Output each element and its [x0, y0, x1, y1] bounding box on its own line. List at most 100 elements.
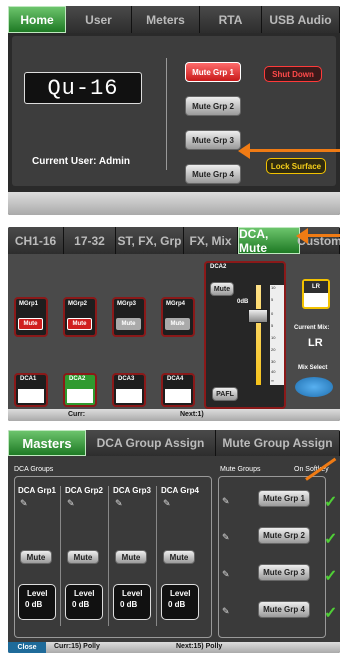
- lr-mix-button[interactable]: LR: [302, 279, 330, 309]
- fader-level: 0dB: [237, 299, 249, 305]
- dca-grp2-name: DCA Grp2: [65, 486, 103, 495]
- mgrp3-label: MGrp3: [117, 301, 137, 307]
- mgrp2-mute-button[interactable]: Mute: [67, 318, 92, 330]
- status-curr: Curr:: [68, 411, 86, 418]
- status-bar: [8, 409, 340, 421]
- check-icon[interactable]: ✓: [324, 566, 337, 586]
- mgrp3-mute-button[interactable]: Mute: [116, 318, 141, 330]
- mute-grp-3-button[interactable]: Mute Grp 3: [258, 564, 310, 581]
- dca-grp1-level-label: Level: [27, 589, 48, 598]
- pencil-icon[interactable]: ✎: [222, 496, 230, 507]
- dca-grp3-level-label: Level: [122, 589, 143, 598]
- pencil-icon[interactable]: ✎: [222, 532, 230, 543]
- tab-meters[interactable]: Meters: [132, 6, 200, 33]
- close-button[interactable]: Close: [8, 642, 46, 653]
- dca3-label: DCA3: [118, 376, 135, 382]
- arrow-head-icon: [238, 143, 250, 159]
- fader-channel-name: DCA2: [210, 264, 227, 270]
- scale-tick: 5: [271, 323, 274, 328]
- mix-select-label: Mix Select: [298, 365, 328, 371]
- mute-grp-1-button[interactable]: Mute Grp 1: [185, 62, 241, 82]
- mute-grp-2-button[interactable]: Mute Grp 2: [185, 96, 241, 116]
- dca-grp4-level-value: 0 dB: [168, 600, 186, 609]
- dca-grp4-mute-button[interactable]: Mute: [163, 550, 195, 564]
- pencil-icon[interactable]: ✎: [115, 498, 123, 509]
- tab-st-fx-grp[interactable]: ST, FX, Grp: [116, 227, 184, 254]
- home-screen: Home User Meters RTA USB Audio Qu-16 Cur…: [8, 6, 340, 215]
- mgrp4-label: MGrp4: [166, 301, 186, 307]
- shut-down-button[interactable]: Shut Down: [264, 66, 322, 82]
- mgrp4-mute-button[interactable]: Mute: [165, 318, 190, 330]
- status-next: Next:15) Polly: [176, 643, 223, 650]
- status-curr: Curr:15) Polly: [54, 643, 100, 650]
- tab-usb-audio[interactable]: USB Audio: [262, 6, 340, 33]
- tab-ch1-16[interactable]: CH1-16: [8, 227, 64, 254]
- check-icon[interactable]: ✓: [324, 603, 337, 623]
- dca-grp4-name: DCA Grp4: [161, 486, 199, 495]
- pencil-icon[interactable]: ✎: [222, 569, 230, 580]
- dca-grp1-name: DCA Grp1: [18, 486, 56, 495]
- tab-dca-group-assign[interactable]: DCA Group Assign: [86, 430, 216, 456]
- lr-mix-label: LR: [304, 281, 328, 293]
- dca-grp1-level-value: 0 dB: [25, 600, 43, 609]
- current-mix-value: LR: [308, 337, 323, 349]
- dca4-scribble: [165, 389, 191, 403]
- tab-home[interactable]: Home: [8, 6, 66, 33]
- mute-grp-3-button[interactable]: Mute Grp 3: [185, 130, 241, 150]
- dca-mute-screen: CH1-16 17-32 ST, FX, Grp FX, Mix DCA, Mu…: [8, 227, 340, 421]
- current-mix-label: Current Mix:: [294, 325, 330, 331]
- dca-grp3-level-value: 0 dB: [120, 600, 138, 609]
- mute-grp-4-button[interactable]: Mute Grp 4: [258, 601, 310, 618]
- tab-dca-mute[interactable]: DCA, Mute: [238, 227, 300, 255]
- dca-grp2-level-label: Level: [74, 589, 95, 598]
- dca-grp3-name: DCA Grp3: [113, 486, 151, 495]
- pafl-button[interactable]: PAFL: [212, 387, 238, 401]
- dca2-scribble: [67, 389, 93, 403]
- scale-tick: 30: [271, 359, 276, 364]
- dca-grp1-mute-button[interactable]: Mute: [20, 550, 52, 564]
- dca-grp2-mute-button[interactable]: Mute: [67, 550, 99, 564]
- lock-surface-button[interactable]: Lock Surface: [266, 158, 326, 174]
- scale-tick: 10: [271, 335, 276, 340]
- check-icon[interactable]: ✓: [324, 492, 337, 512]
- mute-groups-label: Mute Groups: [220, 466, 261, 473]
- tab-fx-mix[interactable]: FX, Mix: [184, 227, 238, 254]
- divider: [108, 486, 109, 626]
- mgrp1-label: MGrp1: [19, 301, 39, 307]
- dca2-label: DCA2: [69, 376, 86, 382]
- tab-rta[interactable]: RTA: [200, 6, 262, 33]
- tab-mute-group-assign[interactable]: Mute Group Assign: [216, 430, 340, 456]
- fader-knob[interactable]: [248, 309, 268, 323]
- arrow-dca-mute-tab: [306, 234, 340, 237]
- pencil-icon[interactable]: ✎: [67, 498, 75, 509]
- tab-masters[interactable]: Masters: [8, 430, 86, 456]
- dca4-label: DCA4: [167, 376, 184, 382]
- mgrp2-label: MGrp2: [68, 301, 88, 307]
- mgrp1-mute-button[interactable]: Mute: [18, 318, 43, 330]
- pencil-icon[interactable]: ✎: [163, 498, 171, 509]
- arrow-lock-surface: [246, 149, 340, 152]
- pencil-icon[interactable]: ✎: [20, 498, 28, 509]
- fader-scale: 10 5 0 5 10 20 30 40 ∞: [270, 285, 284, 385]
- mute-grp-2-button[interactable]: Mute Grp 2: [258, 527, 310, 544]
- mute-grp-1-button[interactable]: Mute Grp 1: [258, 490, 310, 507]
- dca-grp3-mute-button[interactable]: Mute: [115, 550, 147, 564]
- status-next: Next:1): [180, 411, 204, 418]
- divider: [156, 486, 157, 626]
- dca-grp4-level-label: Level: [170, 589, 191, 598]
- dca3-scribble: [116, 389, 142, 403]
- dca1-scribble: [18, 389, 44, 403]
- tab-17-32[interactable]: 17-32: [64, 227, 116, 254]
- mix-select-button[interactable]: [295, 377, 333, 397]
- fader-mute-button[interactable]: Mute: [210, 282, 234, 296]
- dca1-label: DCA1: [20, 376, 37, 382]
- tab-user[interactable]: User: [66, 6, 132, 33]
- pencil-icon[interactable]: ✎: [222, 606, 230, 617]
- current-user-label: Current User: Admin: [32, 156, 130, 167]
- check-icon[interactable]: ✓: [324, 529, 337, 549]
- divider: [166, 58, 167, 170]
- scale-tick: 0: [271, 311, 274, 316]
- mute-grp-4-button[interactable]: Mute Grp 4: [185, 164, 241, 184]
- arrow-head-icon: [296, 228, 308, 244]
- status-bar: [8, 192, 340, 215]
